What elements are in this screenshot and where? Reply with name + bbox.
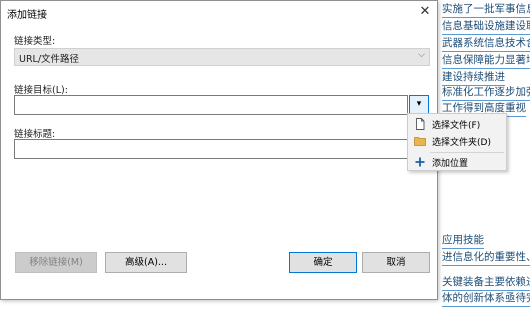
remove-link-button[interactable]: 移除链接(M) — [15, 252, 97, 273]
plus-icon — [415, 157, 425, 167]
close-icon[interactable]: ✕ — [415, 2, 435, 22]
link-target-menu: 选择文件(F) 选择文件夹(D) 添加位置 — [407, 113, 507, 171]
link-type-value: URL/文件路径 — [19, 54, 80, 65]
chevron-down-icon: ⌵ — [418, 50, 425, 60]
screen: 实施了一批军事信息系 信息基础设施建设取得 武器系统信息技术含量 信息保障能力显… — [0, 0, 530, 310]
menu-item-choose-file[interactable]: 选择文件(F) — [408, 116, 506, 133]
doc-line: 信息保障能力显著增强 — [442, 53, 530, 69]
link-target-label: 链接目标(L): — [14, 85, 68, 96]
dropdown-button[interactable]: ▾ — [409, 95, 429, 115]
cancel-button[interactable]: 取消 — [362, 252, 430, 273]
ok-button[interactable]: 确定 — [289, 252, 357, 273]
menu-item-label: 选择文件夹(D) — [432, 138, 491, 148]
folder-icon — [414, 137, 426, 146]
doc-line: 实施了一批军事信息系 — [442, 2, 530, 18]
link-title-label: 链接标题: — [14, 129, 56, 140]
menu-item-label: 选择文件(F) — [432, 121, 481, 131]
link-target-input[interactable] — [14, 95, 408, 115]
link-type-label: 链接类型: — [14, 36, 56, 47]
link-type-select[interactable]: URL/文件路径 ⌵ — [14, 48, 430, 66]
doc-line: 标准化工作逐步加强 — [442, 85, 530, 101]
link-title-input[interactable] — [14, 139, 430, 159]
advanced-button[interactable]: 高级(A)... — [105, 252, 187, 273]
chevron-down-icon: ▾ — [416, 99, 422, 109]
doc-line: 进信息化的重要性、 — [442, 250, 530, 266]
title-bar: 添加链接 ✕ — [1, 1, 437, 25]
doc-line: 武器系统信息技术含量 — [442, 36, 530, 52]
dialog-title: 添加链接 — [7, 10, 47, 21]
doc-line: 关键装备主要依赖进 — [442, 275, 530, 291]
add-link-dialog: 添加链接 ✕ 链接类型: URL/文件路径 ⌵ 链接目标(L): ▾ 链接标题:… — [0, 0, 438, 300]
doc-line: 信息基础设施建设取得 — [442, 19, 530, 35]
menu-item-label: 添加位置 — [432, 159, 469, 169]
doc-line: 体的创新体系亟待完 — [442, 291, 530, 307]
menu-item-choose-folder[interactable]: 选择文件夹(D) — [408, 133, 506, 150]
menu-item-add-location[interactable]: 添加位置 — [408, 154, 506, 171]
file-icon — [416, 118, 425, 130]
doc-line: 应用技能 — [442, 233, 484, 249]
menu-separator — [430, 152, 504, 153]
doc-line: 建设持续推进 — [442, 70, 505, 86]
